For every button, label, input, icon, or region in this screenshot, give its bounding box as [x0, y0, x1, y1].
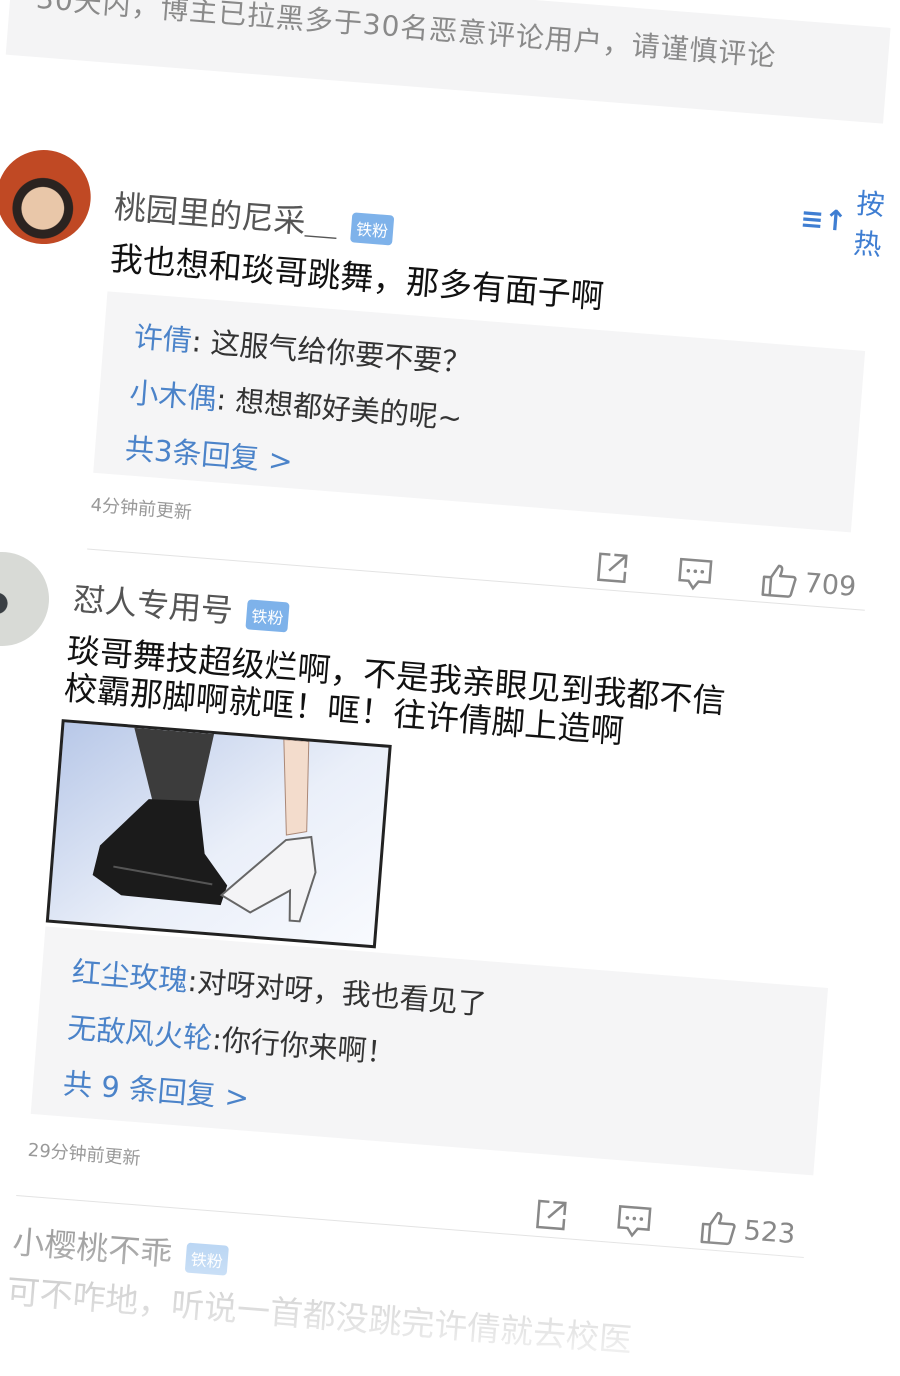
reply-box[interactable]: 红尘玫瑰:对呀对呀，我也看见了 无敌风火轮:你行你来啊！ 共 9 条回复 >	[30, 926, 829, 1176]
reply-username[interactable]: 红尘玫瑰	[71, 955, 189, 998]
share-button[interactable]	[533, 1197, 570, 1234]
reply-username[interactable]: 许倩	[133, 320, 194, 358]
fan-badge: 铁粉	[184, 1242, 229, 1276]
notice-text: 30天内，博主已拉黑多于30名恶意评论用户，请谨慎评论	[34, 0, 778, 74]
comment-username[interactable]: 小樱桃不乖 铁粉	[11, 1217, 230, 1280]
username-text[interactable]: 桃园里的尼采＿	[113, 188, 339, 243]
reply-text: : 这服气给你要不要？	[190, 324, 473, 381]
comment-username[interactable]: 桃园里的尼采＿ 铁粉	[112, 182, 395, 250]
reply-text: :你行你来啊！	[210, 1021, 397, 1071]
thumbs-up-icon	[700, 1211, 736, 1246]
comment-button[interactable]	[676, 556, 715, 593]
dance-shoes-illustration	[92, 727, 317, 923]
share-button[interactable]	[594, 550, 631, 587]
thumbs-up-icon	[761, 564, 797, 598]
fan-badge: 铁粉	[245, 599, 290, 633]
comment-username[interactable]: 怼人专用号 铁粉	[72, 574, 291, 637]
comment-feed: 30天内，博主已拉黑多于30名恶意评论用户，请谨慎评论 ≡↑ 按热 桃园里的尼采…	[0, 0, 897, 1376]
sort-label: 按热	[852, 186, 886, 262]
share-icon	[597, 552, 628, 584]
reply-text: : 想想都好美的呢~	[215, 382, 464, 436]
like-count: 709	[803, 567, 858, 603]
username-text[interactable]: 怼人专用号	[72, 580, 235, 630]
reply-text: :对呀对呀，我也看见了	[186, 963, 488, 1022]
screen: 30天内，博主已拉黑多于30名恶意评论用户，请谨慎评论 ≡↑ 按热 桃园里的尼采…	[0, 0, 900, 1376]
comment-actions: 709	[546, 545, 857, 605]
sort-icon: ≡↑	[799, 201, 849, 238]
update-time: 29分钟前更新	[27, 1139, 142, 1170]
like-button[interactable]: 709	[759, 562, 857, 605]
comment-image[interactable]	[45, 719, 392, 949]
like-count: 523	[742, 1214, 797, 1250]
share-icon	[536, 1199, 567, 1231]
reply-username[interactable]: 小木偶	[128, 375, 217, 416]
username-text[interactable]: 小樱桃不乖	[11, 1223, 174, 1273]
comment-icon	[617, 1205, 652, 1238]
like-button[interactable]: 523	[698, 1209, 796, 1252]
fan-badge: 铁粉	[350, 212, 395, 246]
reply-box[interactable]: 许倩: 这服气给你要不要？ 小木偶: 想想都好美的呢~ 共3条回复 >	[93, 291, 866, 533]
comment-text: 可不咋地，听说一首都没跳完许倩就去校医	[5, 1271, 634, 1360]
comment-icon	[678, 557, 713, 591]
avatar[interactable]	[0, 146, 95, 248]
comment-actions: 523	[485, 1192, 796, 1252]
avatar[interactable]	[0, 548, 53, 650]
comment-button[interactable]	[615, 1203, 654, 1240]
update-time: 4分钟前更新	[89, 494, 193, 524]
blacklist-notice: 30天内，博主已拉黑多于30名恶意评论用户，请谨慎评论	[5, 0, 891, 124]
reply-username[interactable]: 无敌风火轮	[66, 1011, 213, 1056]
sort-toggle[interactable]: ≡↑ 按热	[797, 178, 888, 264]
